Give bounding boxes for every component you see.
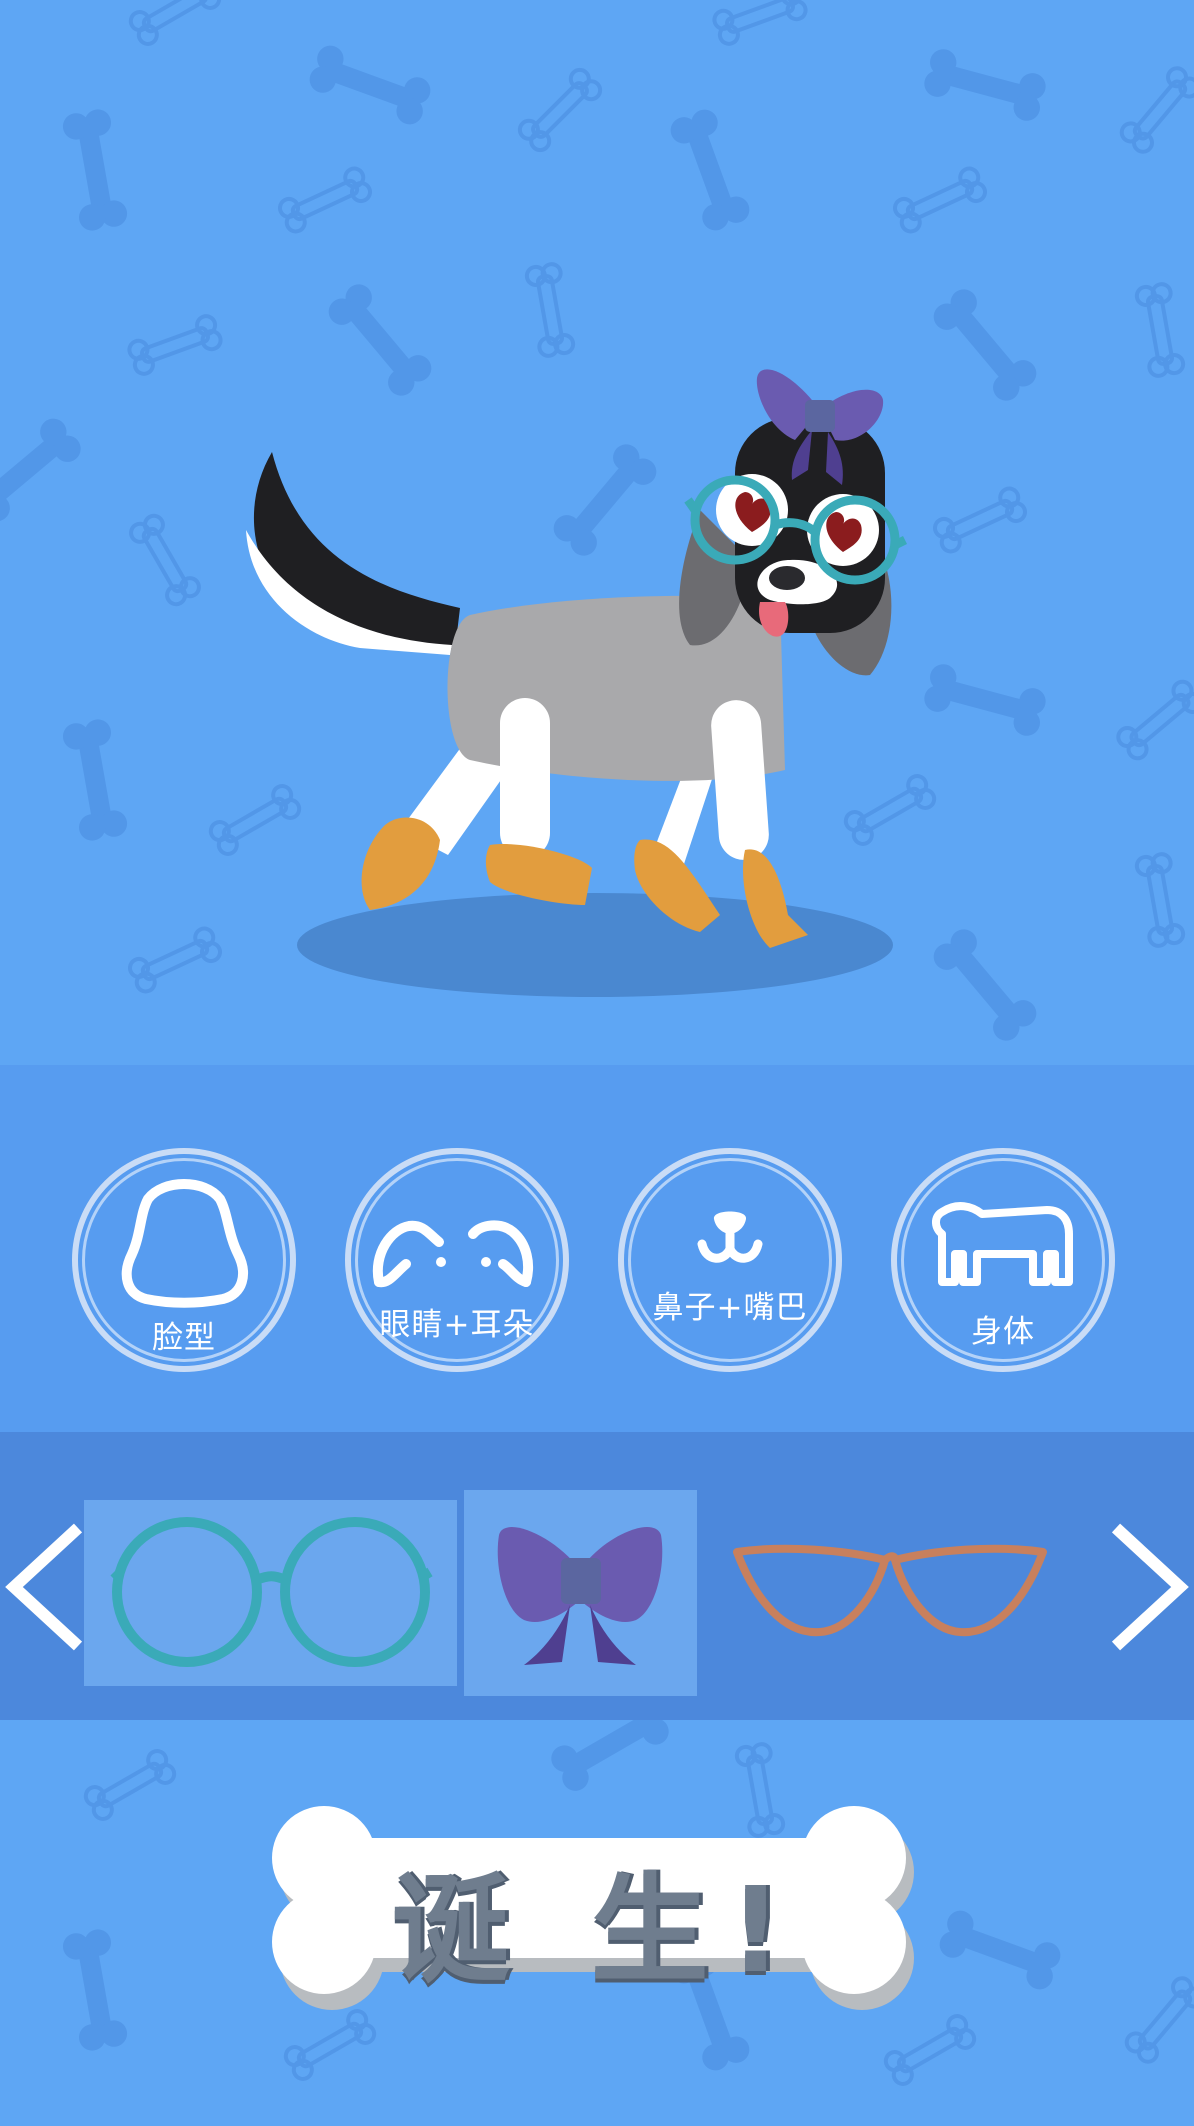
category-nose-mouth-button[interactable]: 鼻子+嘴巴 [618,1148,842,1372]
round-glasses-icon [110,1517,433,1667]
chevron-left-icon[interactable] [0,1522,90,1652]
item-purple-bow[interactable] [464,1490,697,1696]
category-eyes-ears-button[interactable]: 眼睛+耳朵 [345,1148,569,1372]
category-body-button[interactable]: 身体 [891,1148,1115,1372]
accessory-carousel [0,1432,1194,1720]
character-stage [0,0,1194,1065]
birth-button[interactable]: 诞 生! [262,1790,932,2015]
purple-bow-icon [497,1527,663,1665]
category-nose-mouth-label: 鼻子+嘴巴 [652,1290,808,1326]
item-cat-eye-glasses[interactable] [725,1500,1055,1686]
dog-shadow [297,893,893,997]
chevron-right-icon[interactable] [1104,1522,1194,1652]
category-face-shape-label: 脸型 [152,1320,216,1356]
item-round-glasses[interactable] [84,1500,457,1686]
birth-button-label: 诞 生! [391,1861,803,1999]
dog-tail [246,452,460,655]
category-panel: 脸型 眼睛+耳朵 鼻子+嘴巴 身体 [0,1065,1194,1432]
cat-eye-glasses-icon [733,1544,1047,1637]
nose-mouth-icon [697,1211,763,1263]
category-face-shape-button[interactable]: 脸型 [72,1148,296,1372]
category-eyes-ears-label: 眼睛+耳朵 [379,1307,535,1343]
category-body-label: 身体 [971,1314,1035,1350]
